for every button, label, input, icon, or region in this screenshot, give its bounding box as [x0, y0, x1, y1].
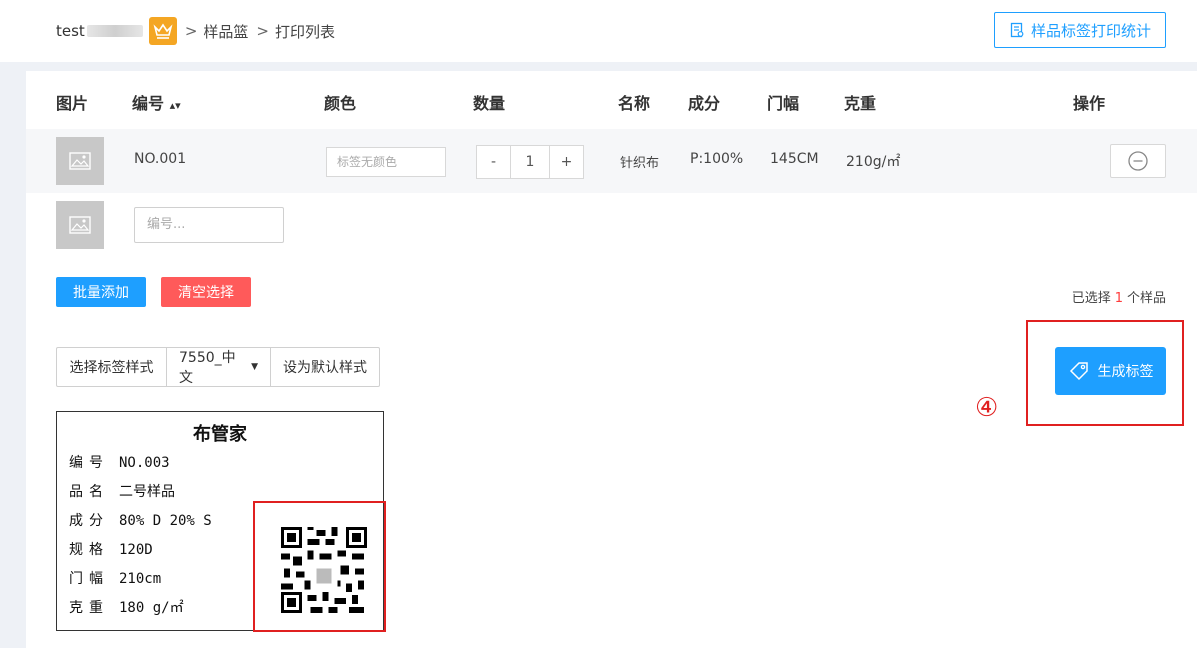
- image-placeholder-icon[interactable]: [56, 137, 104, 185]
- breadcrumb: test > 样品篮 > 打印列表: [56, 16, 335, 46]
- selected-count: 已选择 1 个样品: [1071, 291, 1166, 306]
- col-composition: 成分: [688, 94, 721, 113]
- sort-icon[interactable]: ▴▾: [170, 99, 181, 112]
- tag-icon: [1069, 362, 1088, 381]
- print-stats-button[interactable]: 样品标签打印统计: [994, 12, 1166, 48]
- quantity-stepper: - 1 +: [476, 145, 584, 179]
- minus-circle-icon: [1128, 151, 1148, 171]
- row-composition: P:100%: [690, 151, 744, 167]
- col-width: 门幅: [767, 94, 800, 113]
- image-placeholder-icon[interactable]: [56, 201, 104, 249]
- remove-row-button[interactable]: [1110, 144, 1166, 178]
- clear-selection-button[interactable]: 清空选择: [161, 277, 251, 307]
- username: test: [56, 22, 85, 40]
- crown-icon[interactable]: [148, 17, 177, 45]
- label-line: 编号 NO.003: [69, 455, 170, 471]
- col-quantity: 数量: [473, 94, 506, 113]
- document-icon: [1010, 22, 1024, 38]
- main-panel: 图片 编号 ▴▾ 颜色 数量 名称 成分 门幅 克重 操作 NO.001 标签无…: [26, 71, 1197, 648]
- label-title: 布管家: [193, 424, 247, 445]
- step-marker: ④: [975, 393, 999, 423]
- col-actions: 操作: [1073, 94, 1106, 113]
- breadcrumb-print-list: 打印列表: [274, 22, 335, 41]
- row-weight: 210g/㎡: [846, 154, 901, 170]
- col-color: 颜色: [324, 94, 357, 113]
- select-label-style-button[interactable]: 选择标签样式: [57, 348, 167, 386]
- caret-down-icon: ▼: [251, 362, 258, 372]
- label-line: 成分 80% D 20% S: [69, 513, 212, 529]
- col-image: 图片: [56, 94, 89, 113]
- label-line: 规格 120D: [69, 542, 153, 558]
- label-style-group: 选择标签样式 7550_中文 ▼ 设为默认样式: [56, 347, 380, 387]
- label-line: 克重 180 g/㎡: [69, 600, 184, 616]
- row-code: NO.001: [134, 151, 187, 167]
- decrement-button[interactable]: -: [477, 146, 510, 178]
- breadcrumb-sample-basket[interactable]: 样品篮: [203, 21, 248, 42]
- print-stats-label: 样品标签打印统计: [1030, 21, 1151, 40]
- top-bar: test > 样品篮 > 打印列表 样品标签打印统计: [0, 0, 1197, 62]
- generate-label-text: 生成标签: [1097, 364, 1154, 380]
- row-width: 145CM: [770, 151, 819, 167]
- batch-add-button[interactable]: 批量添加: [56, 277, 146, 307]
- label-line: 品名 二号样品: [69, 484, 175, 500]
- col-weight: 克重: [844, 94, 877, 113]
- label-line: 门幅 210cm: [69, 571, 162, 587]
- increment-button[interactable]: +: [550, 146, 583, 178]
- table-header: 图片 编号 ▴▾ 颜色 数量 名称 成分 门幅 克重 操作: [26, 71, 1197, 129]
- table-row: NO.001 标签无颜色 - 1 + 针织布 P:100% 145CM 210g…: [26, 129, 1197, 193]
- col-code[interactable]: 编号 ▴▾: [132, 90, 181, 114]
- breadcrumb-separator: >: [256, 22, 269, 40]
- code-input[interactable]: 编号...: [134, 207, 284, 243]
- breadcrumb-separator: >: [184, 22, 198, 40]
- col-name: 名称: [618, 94, 651, 113]
- quantity-input[interactable]: 1: [510, 146, 550, 178]
- generate-label-button[interactable]: 生成标签: [1055, 347, 1166, 395]
- highlight-box: [253, 501, 386, 632]
- row-name: 针织布: [620, 156, 660, 171]
- masked-username: [86, 25, 143, 37]
- color-input[interactable]: 标签无颜色: [326, 147, 446, 177]
- label-style-dropdown[interactable]: 7550_中文 ▼: [167, 348, 271, 386]
- set-default-style-button[interactable]: 设为默认样式: [271, 348, 379, 386]
